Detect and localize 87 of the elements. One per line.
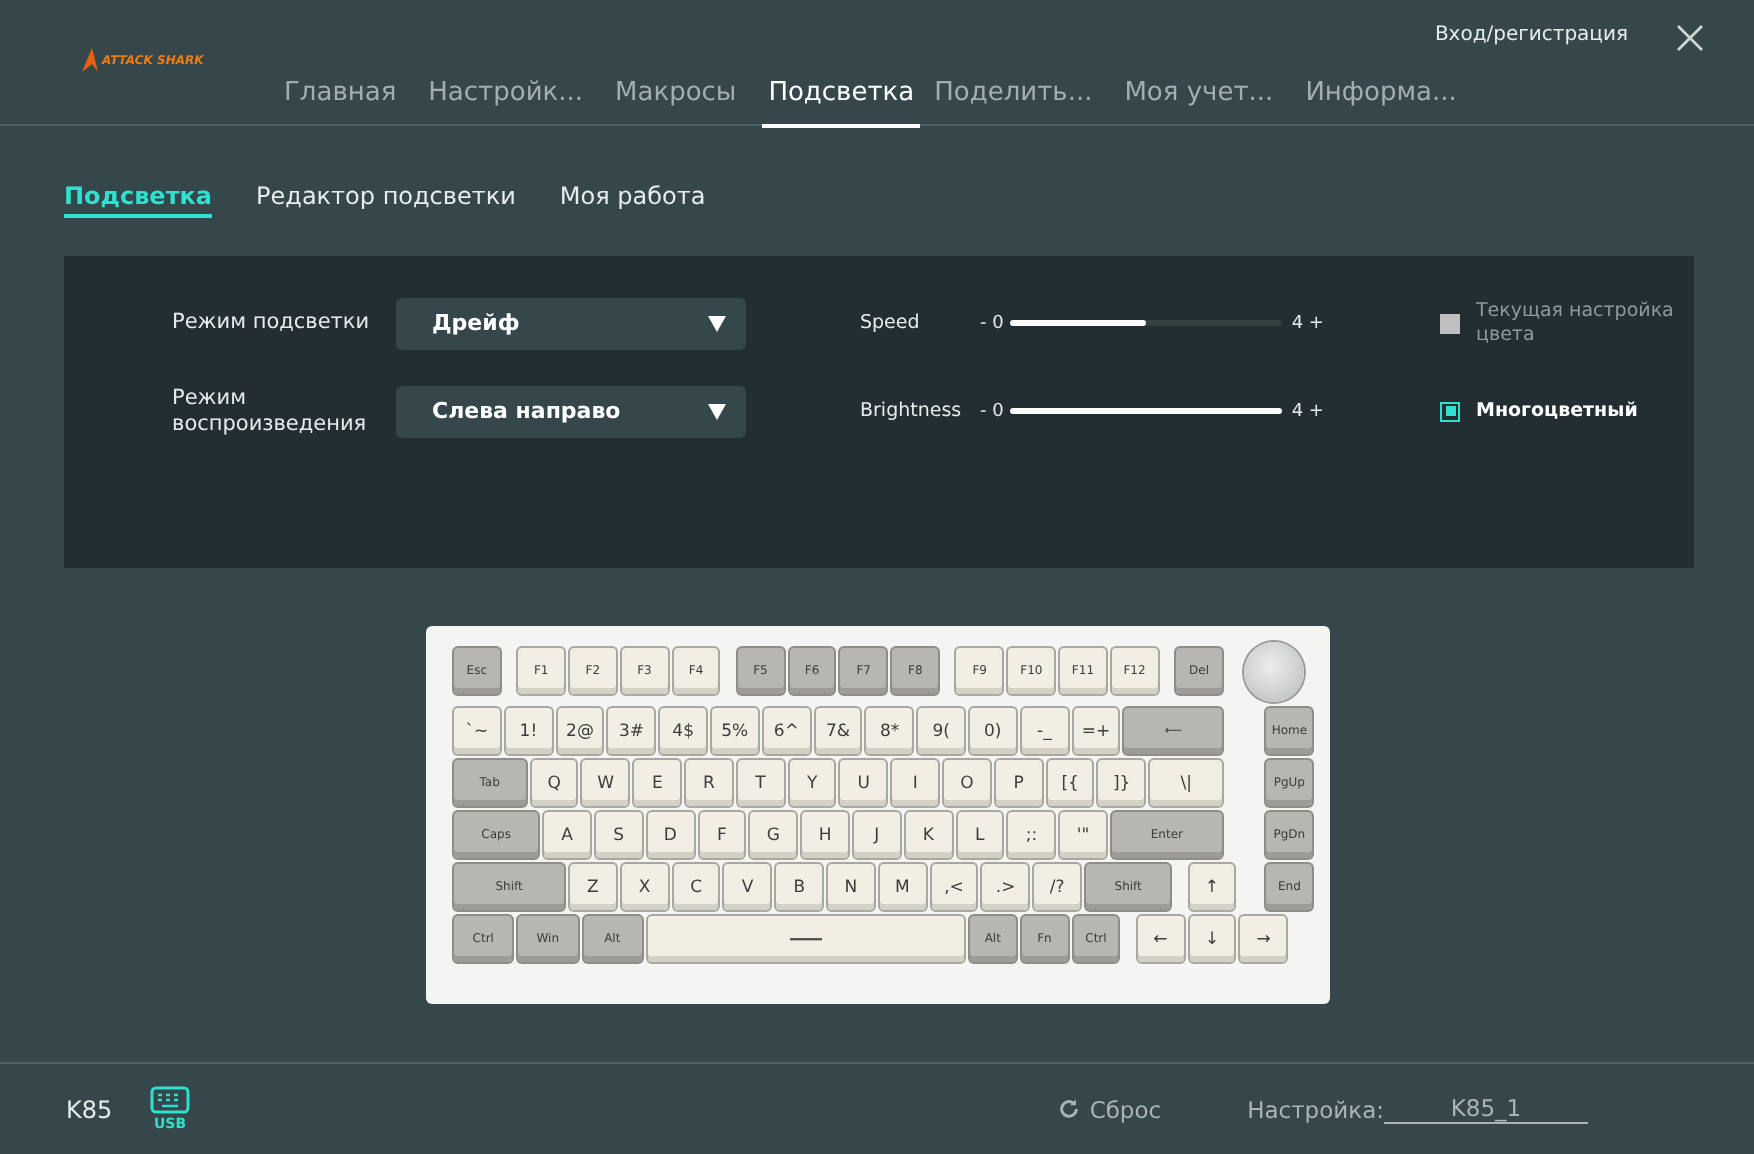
keyboard-key[interactable]: /?	[1034, 864, 1081, 910]
keyboard-key[interactable]: \|	[1150, 760, 1222, 806]
keyboard-key[interactable]: U	[840, 760, 887, 806]
profile-label: Настройка:	[1247, 1095, 1384, 1123]
keyboard-key[interactable]: O	[944, 760, 990, 806]
keyboard-key[interactable]: G	[750, 812, 797, 858]
dropdown-label: Режим воспроизведения	[172, 385, 369, 437]
nav-tab[interactable]: Информа...	[1299, 74, 1463, 128]
keyboard-key[interactable]: 1!	[505, 708, 552, 754]
nav-tab[interactable]: Подсветка	[762, 74, 921, 128]
nav-tab[interactable]: Настройк...	[422, 74, 590, 128]
keyboard-key[interactable]: C	[673, 864, 719, 910]
keyboard-key[interactable]: →	[1240, 916, 1287, 962]
keyboard-key[interactable]: J	[853, 812, 900, 858]
keyboard-key[interactable]: H	[802, 812, 848, 858]
keyboard-key[interactable]: V	[724, 864, 771, 910]
keyboard-key[interactable]: X	[621, 864, 668, 910]
keyboard-key[interactable]: P	[995, 760, 1042, 806]
keyboard-key[interactable]: 8*	[866, 708, 913, 754]
mode-dropdown[interactable]: Дрейф	[396, 297, 746, 349]
keyboard-key[interactable]: `~	[454, 708, 500, 754]
mode-dropdown[interactable]: Слева направо	[396, 385, 746, 437]
refresh-icon	[1057, 1098, 1080, 1120]
keyboard-key[interactable]: 2@	[557, 708, 603, 754]
keyboard-key[interactable]: W	[582, 760, 629, 806]
keyboard-key[interactable]: 0)	[969, 708, 1016, 754]
caret-icon	[708, 315, 726, 331]
slider-max: 4 +	[1291, 313, 1324, 333]
keyboard-key[interactable]: ↑	[1189, 864, 1235, 910]
keyboard-key[interactable]: L	[957, 812, 1003, 858]
keyboard-key[interactable]: ↓	[1189, 916, 1235, 962]
login-link[interactable]: Вход/регистрация	[1434, 24, 1628, 46]
keyboard-key[interactable]: T	[737, 760, 784, 806]
keyboard-key[interactable]: R	[686, 760, 732, 806]
sub-tab[interactable]: Подсветка	[64, 182, 213, 218]
keyboard-key[interactable]: ;:	[1008, 812, 1055, 858]
volume-knob[interactable]	[1243, 641, 1304, 701]
slider-label: Brightness	[860, 400, 964, 422]
caret-icon	[708, 403, 726, 419]
keyboard-key[interactable]: B	[776, 864, 823, 910]
keyboard-key[interactable]: ,<	[931, 864, 977, 910]
keyboard-key[interactable]: S	[595, 812, 642, 858]
slider-label: Speed	[860, 312, 922, 334]
keyboard-key[interactable]: 3#	[608, 708, 655, 754]
keyboard-key[interactable]: 9(	[918, 708, 964, 754]
keyboard-key[interactable]: 7&	[815, 708, 861, 754]
keyboard-key[interactable]: M	[879, 864, 926, 910]
keyboard-key[interactable]: =+	[1073, 708, 1119, 754]
keyboard-key[interactable]: F	[699, 812, 745, 858]
nav-tab[interactable]: Моя учет...	[1118, 74, 1280, 128]
slider-max: 4 +	[1291, 401, 1324, 421]
shark-logo-icon	[80, 48, 100, 72]
nav-tab[interactable]: Макросы	[609, 74, 743, 128]
checkbox[interactable]	[1440, 401, 1460, 421]
slider-min: - 0	[980, 401, 1004, 421]
keyboard-key[interactable]: 5%	[711, 708, 758, 754]
keyboard-key[interactable]: D	[647, 812, 694, 858]
keyboard-key[interactable]: Z	[570, 864, 616, 910]
keyboard-key[interactable]: .>	[982, 864, 1029, 910]
checkbox-label: Текущая настройка цвета	[1476, 299, 1676, 347]
dropdown-label: Режим подсветки	[172, 310, 372, 336]
keyboard-key[interactable]: Y	[789, 760, 835, 806]
keyboard-key[interactable]: E	[634, 760, 681, 806]
keyboard-key[interactable]: ←	[1137, 916, 1184, 962]
keyboard-key[interactable]: A	[544, 812, 590, 858]
checkbox-label: Многоцветный	[1476, 399, 1640, 423]
keyboard-key[interactable]: 4$	[660, 708, 706, 754]
keyboard-icon[interactable]	[150, 1086, 190, 1114]
profile-field[interactable]: K85_1	[1384, 1094, 1588, 1124]
nav-tab[interactable]: Поделить...	[928, 74, 1099, 128]
sub-tab[interactable]: Редактор подсветки	[256, 182, 516, 218]
keyboard-key[interactable]: ]}	[1098, 760, 1145, 806]
keyboard-key[interactable]: K	[905, 812, 952, 858]
keyboard-key[interactable]: -_	[1021, 708, 1068, 754]
dash-icon	[789, 937, 822, 941]
device-model: K85	[66, 1095, 115, 1123]
nav-tab[interactable]: Главная	[278, 74, 403, 128]
reset-button[interactable]: Сброс	[1057, 1095, 1162, 1123]
keyboard-key[interactable]: I	[892, 760, 939, 806]
keyboard-key[interactable]: Q	[531, 760, 577, 806]
keyboard-key[interactable]: 6^	[763, 708, 810, 754]
sub-tab[interactable]: Моя работа	[559, 182, 706, 218]
keyboard-key[interactable]: [{	[1047, 760, 1093, 806]
slider-min: - 0	[980, 313, 1004, 333]
keyboard-key[interactable]: '"	[1060, 812, 1106, 858]
close-icon[interactable]	[1674, 22, 1706, 54]
keyboard-key[interactable]: N	[828, 864, 874, 910]
